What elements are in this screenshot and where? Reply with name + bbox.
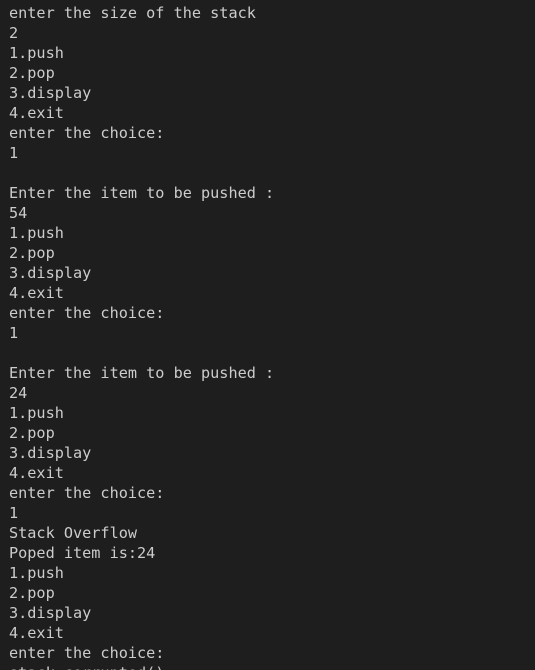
terminal-panel[interactable]: enter the size of the stack 2 1.push 2.pop 3… — [0, 0, 535, 670]
terminal-line: 1.push — [9, 404, 64, 422]
terminal-line: 1.push — [9, 224, 64, 242]
terminal-line: 2.pop — [9, 424, 55, 442]
terminal-line: 1 — [9, 144, 19, 162]
terminal-line: 24 — [9, 384, 28, 402]
terminal-line: enter the choice: — [9, 124, 165, 142]
terminal-line: Enter the item to be pushed : — [9, 184, 275, 202]
terminal-line: 1 — [9, 504, 19, 522]
terminal-line: 4.exit — [9, 624, 64, 642]
terminal-line: enter the choice: — [9, 484, 165, 502]
terminal-line: 1.push — [9, 44, 64, 62]
terminal-line: 2.pop — [9, 244, 55, 262]
terminal-line: 2.pop — [9, 64, 55, 82]
terminal-line: stack_corrupted() — [9, 663, 535, 670]
terminal-line: 4.exit — [9, 284, 64, 302]
terminal-line: 3.display — [9, 264, 92, 282]
terminal-line: 2 — [9, 24, 19, 42]
terminal-line: 3.display — [9, 84, 92, 102]
terminal-output: enter the size of the stack 2 1.push 2.pop 3… — [9, 3, 535, 670]
terminal-line: 1.push — [9, 564, 64, 582]
terminal-line: Poped item is:24 — [9, 544, 156, 562]
terminal-line: 4.exit — [9, 464, 64, 482]
terminal-line: 1 — [9, 324, 19, 342]
terminal-line: enter the size of the stack — [9, 4, 256, 22]
terminal-line: 4.exit — [9, 104, 64, 122]
terminal-line: Enter the item to be pushed : — [9, 364, 275, 382]
terminal-line: 54 — [9, 204, 28, 222]
terminal-line: 2.pop — [9, 584, 55, 602]
terminal-line: enter the choice: — [9, 644, 165, 662]
terminal-line: 3.display — [9, 444, 92, 462]
terminal-line: Stack Overflow — [9, 524, 138, 542]
terminal-line: 3.display — [9, 604, 92, 622]
terminal-line: enter the choice: — [9, 304, 165, 322]
